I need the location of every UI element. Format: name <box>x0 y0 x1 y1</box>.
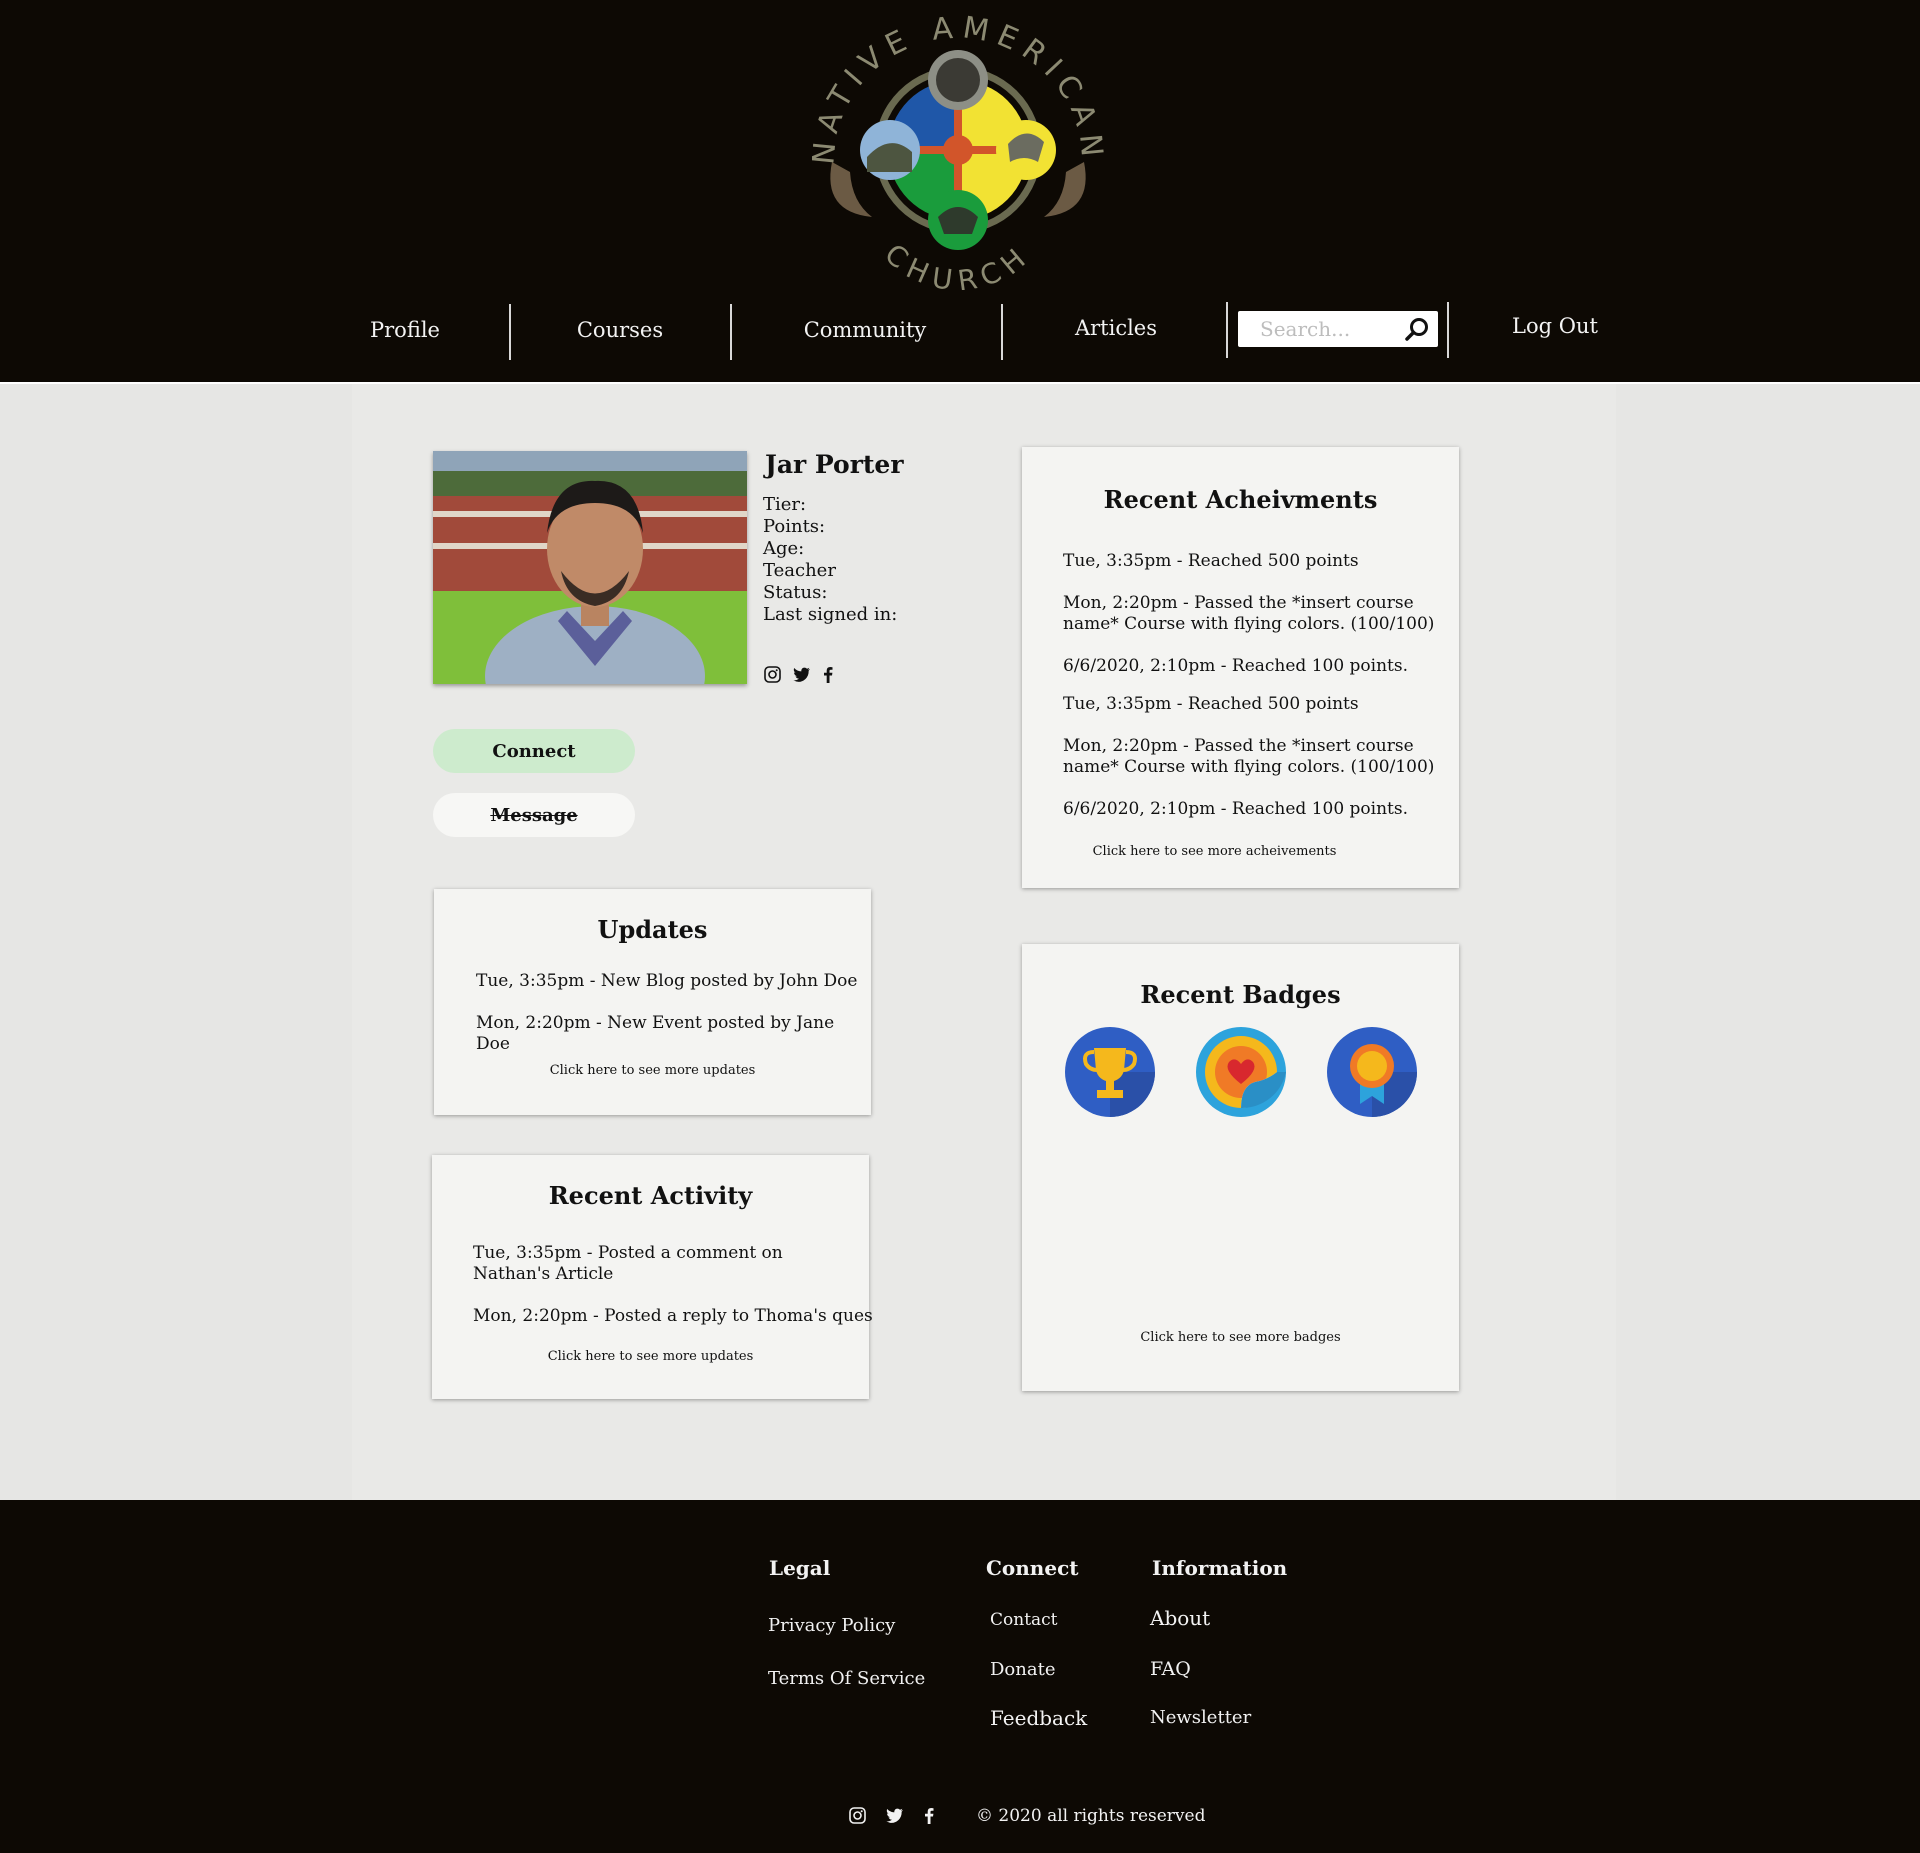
instagram-icon[interactable] <box>849 1807 866 1824</box>
activity-card: Recent Activity Tue, 3:35pm - Posted a c… <box>432 1155 873 1399</box>
nav-profile[interactable]: Profile <box>340 300 470 360</box>
profile-social-links <box>764 666 833 683</box>
more-achievements-link[interactable]: Click here to see more acheivements <box>996 844 1433 859</box>
footer-heading-legal: Legal <box>769 1556 831 1580</box>
badges-title: Recent Badges <box>1140 980 1341 1009</box>
achievement-item: Tue, 3:35pm - Reached 500 points <box>1063 694 1359 714</box>
activity-item: Tue, 3:35pm - Posted a comment on Nathan… <box>473 1243 783 1284</box>
update-item: Tue, 3:35pm - New Blog posted by John Do… <box>476 971 858 991</box>
footer-heading-information: Information <box>1152 1556 1288 1580</box>
nav-divider <box>1447 302 1449 358</box>
contact-link[interactable]: Contact <box>990 1610 1058 1630</box>
achievement-item: Mon, 2:20pm - Passed the *insert course … <box>1063 593 1435 634</box>
avatar <box>433 451 747 684</box>
heart-sticker-badge-icon[interactable] <box>1195 1026 1287 1118</box>
achievement-item: Tue, 3:35pm - Reached 500 points <box>1063 551 1359 571</box>
achievement-item: Mon, 2:20pm - Passed the *insert course … <box>1063 736 1435 777</box>
search-icon[interactable] <box>1404 317 1430 343</box>
about-link[interactable]: About <box>1150 1606 1210 1630</box>
nav-divider <box>1001 304 1003 360</box>
twitter-icon[interactable] <box>793 667 811 682</box>
search-box <box>1238 311 1438 347</box>
more-activity-link[interactable]: Click here to see more updates <box>432 1349 869 1364</box>
nav-courses[interactable]: Courses <box>540 300 700 360</box>
faq-link[interactable]: FAQ <box>1150 1658 1191 1680</box>
ribbon-medal-badge-icon[interactable] <box>1326 1026 1418 1118</box>
more-updates-link[interactable]: Click here to see more updates <box>434 1063 871 1078</box>
last-signed-label: Last signed in: <box>763 604 898 625</box>
achievement-item: 6/6/2020, 2:10pm - Reached 100 points. <box>1063 799 1409 819</box>
updates-card: Updates Tue, 3:35pm - New Blog posted by… <box>434 889 871 1115</box>
nav-divider <box>1226 302 1228 358</box>
connect-button[interactable]: Connect <box>433 729 635 773</box>
facebook-icon[interactable] <box>924 1807 934 1824</box>
update-item: Mon, 2:20pm - New Event posted by Jane D… <box>476 1013 835 1054</box>
message-button[interactable]: Message <box>433 793 635 837</box>
more-badges-link[interactable]: Click here to see more badges <box>1022 1330 1459 1345</box>
copyright-text: © 2020 all rights reserved <box>976 1806 1206 1826</box>
footer-social-links <box>849 1807 934 1824</box>
newsletter-link[interactable]: Newsletter <box>1150 1707 1251 1728</box>
achievement-item: 6/6/2020, 2:10pm - Reached 100 points. <box>1063 656 1409 676</box>
profile-photo <box>433 451 747 684</box>
age-label: Age: <box>763 538 805 559</box>
church-logo[interactable]: NATIVE AMERICAN CHURCH <box>812 12 1104 290</box>
profile-info: Tier: Points: Age: Teacher Status: Last … <box>763 494 897 626</box>
instagram-icon[interactable] <box>764 666 781 683</box>
nav-divider <box>509 304 511 360</box>
trophy-badge-icon[interactable] <box>1064 1026 1156 1118</box>
achievements-title: Recent Acheivments <box>1103 485 1378 514</box>
nav-community[interactable]: Community <box>770 300 960 360</box>
activity-item: Mon, 2:20pm - Posted a reply to Thoma's … <box>473 1306 873 1326</box>
points-label: Points: <box>763 516 826 537</box>
site-header: NATIVE AMERICAN CHURCH Profile Courses C… <box>0 0 1920 382</box>
twitter-icon[interactable] <box>886 1808 904 1823</box>
status-label: Status: <box>763 582 828 603</box>
badges-card: Recent Badges Click here to see more bad… <box>1022 944 1459 1391</box>
profile-name: Jar Porter <box>765 450 904 479</box>
facebook-icon[interactable] <box>823 666 833 683</box>
footer-heading-connect: Connect <box>986 1556 1079 1580</box>
site-footer: Legal Privacy Policy Terms Of Service Co… <box>0 1500 1920 1853</box>
logout-link[interactable]: Log Out <box>1490 296 1620 356</box>
role-label: Teacher <box>763 560 836 581</box>
achievements-card: Recent Acheivments Tue, 3:35pm - Reached… <box>1022 447 1459 888</box>
privacy-policy-link[interactable]: Privacy Policy <box>768 1615 895 1636</box>
tier-label: Tier: <box>763 494 807 515</box>
feedback-link[interactable]: Feedback <box>990 1706 1087 1730</box>
donate-link[interactable]: Donate <box>990 1659 1055 1680</box>
nav-divider <box>730 304 732 360</box>
nav-articles[interactable]: Articles <box>1040 298 1192 358</box>
activity-title: Recent Activity <box>548 1181 753 1210</box>
terms-of-service-link[interactable]: Terms Of Service <box>768 1668 925 1689</box>
updates-title: Updates <box>597 915 708 944</box>
search-input[interactable] <box>1238 311 1398 347</box>
